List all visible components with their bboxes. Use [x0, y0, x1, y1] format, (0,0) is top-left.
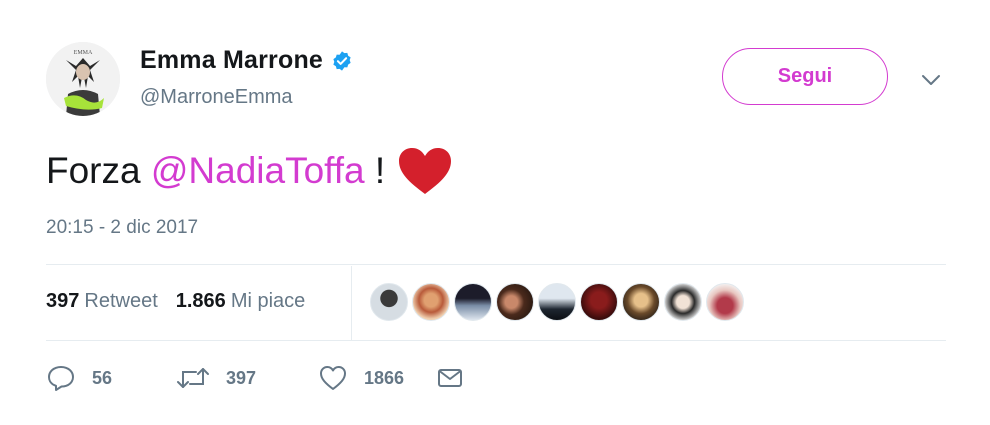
red-heart-emoji-icon	[397, 146, 453, 196]
reply-icon	[46, 364, 76, 392]
liker-avatar[interactable]	[454, 283, 492, 321]
likes-stat[interactable]: 1.866 Mi piace	[176, 290, 306, 313]
heart-icon	[318, 364, 348, 392]
retweets-stat[interactable]: 397 Retweet	[46, 290, 158, 313]
chevron-down-icon[interactable]	[920, 72, 942, 88]
like-count: 1866	[364, 367, 405, 388]
verified-badge-icon	[331, 50, 353, 72]
stats-vertical-divider	[351, 266, 352, 341]
tweet-stats: 397 Retweet 1.866 Mi piace	[46, 290, 305, 313]
retweets-label: Retweet	[84, 290, 158, 312]
liker-avatar[interactable]	[622, 283, 660, 321]
likers-avatars	[370, 283, 748, 321]
liker-avatar[interactable]	[706, 283, 744, 321]
reply-action[interactable]: 56	[46, 364, 176, 392]
author-avatar[interactable]: EMMA	[46, 42, 120, 116]
mention-link[interactable]: @NadiaToffa	[151, 150, 365, 192]
author-handle[interactable]: @MarroneEmma	[140, 86, 293, 109]
retweet-count: 397	[226, 367, 257, 388]
retweet-icon	[176, 365, 210, 391]
liker-avatar[interactable]	[538, 283, 576, 321]
liker-avatar[interactable]	[664, 283, 702, 321]
envelope-icon	[436, 366, 464, 390]
tweet-timestamp[interactable]: 20:15 - 2 dic 2017	[46, 217, 198, 239]
direct-message-action[interactable]	[436, 366, 464, 390]
like-action[interactable]: 1866	[318, 364, 436, 392]
follow-button[interactable]: Segui	[722, 48, 888, 105]
likes-label: Mi piace	[230, 290, 306, 312]
reply-count: 56	[92, 367, 113, 388]
liker-avatar[interactable]	[496, 283, 534, 321]
liker-avatar[interactable]	[412, 283, 450, 321]
divider-bottom	[46, 340, 946, 341]
retweets-count: 397	[46, 290, 80, 312]
tweet-text-before: Forza	[46, 150, 151, 191]
liker-avatar[interactable]	[370, 283, 408, 321]
tweet-text: Forza @NadiaToffa !	[46, 146, 453, 196]
avatar-image: EMMA	[46, 42, 120, 116]
tweet-actions: 56 397 1866	[46, 364, 464, 392]
avatar-caption: EMMA	[74, 50, 93, 56]
liker-avatar[interactable]	[580, 283, 618, 321]
author-name-row: Emma Marrone	[140, 46, 353, 75]
tweet-text-after: !	[364, 150, 386, 191]
divider-top	[46, 264, 946, 265]
author-display-name[interactable]: Emma Marrone	[140, 46, 323, 75]
likes-count: 1.866	[175, 290, 226, 312]
retweet-action[interactable]: 397	[176, 365, 318, 391]
